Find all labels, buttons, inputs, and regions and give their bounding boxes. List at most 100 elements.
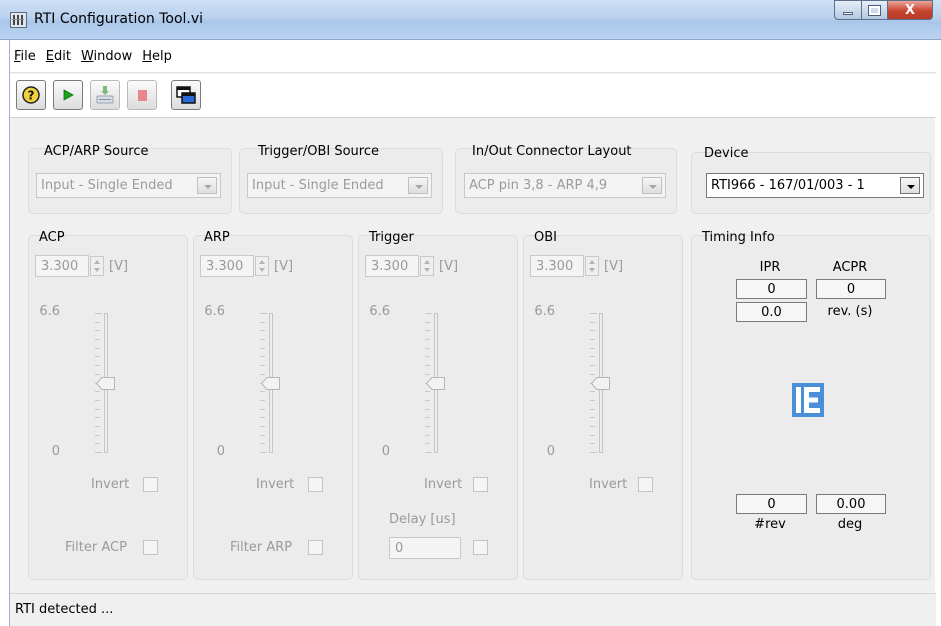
obi-level-input[interactable]: 3.300 bbox=[530, 255, 584, 277]
chevron-down-icon bbox=[900, 177, 920, 194]
obi-invert-checkbox[interactable] bbox=[638, 477, 653, 492]
slider-tick bbox=[425, 322, 430, 323]
trigger-obi-source-select[interactable]: Input - Single Ended bbox=[247, 173, 432, 198]
acp-level-spinner[interactable] bbox=[90, 256, 104, 276]
menu-window[interactable]: Window bbox=[81, 49, 132, 64]
trigger-level-value: 3.300 bbox=[371, 259, 409, 274]
menu-help-accel: H bbox=[142, 48, 153, 64]
connector-layout-value: ACP pin 3,8 - ARP 4,9 bbox=[469, 178, 608, 193]
menu-edit-label: dit bbox=[54, 48, 71, 64]
timing-info-title: Timing Info bbox=[702, 230, 775, 245]
trigger-invert-checkbox[interactable] bbox=[473, 477, 488, 492]
acp-arp-source-select[interactable]: Input - Single Ended bbox=[36, 173, 221, 198]
windows-button[interactable] bbox=[171, 80, 201, 110]
acp-arp-source-title: ACP/ARP Source bbox=[44, 144, 149, 159]
trigger-scale-min: 0 bbox=[381, 444, 390, 459]
slider-tick bbox=[425, 348, 430, 349]
slider-tick bbox=[260, 391, 265, 392]
trigger-panel bbox=[358, 235, 518, 580]
trigger-delay-input[interactable]: 0 bbox=[389, 537, 461, 559]
arp-scale-max: 6.6 bbox=[204, 304, 225, 319]
obi-scale-max: 6.6 bbox=[534, 304, 555, 319]
download-button[interactable] bbox=[90, 80, 120, 110]
title-bar[interactable]: RTI Configuration Tool.vi X bbox=[0, 0, 941, 40]
slider-tick bbox=[260, 330, 265, 331]
connector-layout-select[interactable]: ACP pin 3,8 - ARP 4,9 bbox=[464, 173, 666, 198]
menu-help-label: elp bbox=[152, 48, 172, 64]
run-button[interactable] bbox=[53, 80, 83, 110]
slider-tick bbox=[95, 313, 102, 314]
arp-title: ARP bbox=[204, 230, 230, 245]
slider-tick bbox=[95, 400, 100, 401]
close-icon: X bbox=[904, 2, 916, 18]
menu-help[interactable]: Help bbox=[142, 49, 172, 64]
window-controls: X bbox=[834, 0, 933, 20]
stop-icon bbox=[138, 90, 147, 101]
slider-tick bbox=[95, 365, 100, 366]
slider-tick bbox=[425, 443, 430, 444]
acp-filter-checkbox[interactable] bbox=[143, 540, 158, 555]
slider-tick bbox=[590, 322, 595, 323]
status-text: RTI detected ... bbox=[15, 602, 114, 617]
close-button[interactable]: X bbox=[887, 0, 933, 20]
slider-tick bbox=[260, 374, 265, 375]
slider-tick bbox=[260, 348, 265, 349]
slider-tick bbox=[590, 400, 595, 401]
slider-tick bbox=[95, 322, 100, 323]
slider-tick bbox=[425, 374, 430, 375]
obi-scale-min: 0 bbox=[546, 444, 555, 459]
slider-tick bbox=[95, 417, 100, 418]
trigger-title: Trigger bbox=[369, 230, 414, 245]
menu-edit-accel: E bbox=[45, 48, 54, 64]
trigger-level-input[interactable]: 3.300 bbox=[365, 255, 419, 277]
arp-panel bbox=[193, 235, 353, 580]
arp-level-input[interactable]: 3.300 bbox=[200, 255, 254, 277]
rev-time-value: 0.0 bbox=[736, 302, 807, 322]
menu-file[interactable]: File bbox=[14, 49, 36, 64]
trigger-level-spinner[interactable] bbox=[420, 256, 434, 276]
deg-label: deg bbox=[837, 517, 863, 532]
arp-slider-thumb[interactable] bbox=[260, 377, 281, 390]
ipr-label: IPR bbox=[759, 260, 781, 275]
menu-edit[interactable]: Edit bbox=[46, 49, 71, 64]
slider-tick bbox=[95, 409, 100, 410]
slider-tick bbox=[590, 409, 595, 410]
slider-tick bbox=[260, 443, 265, 444]
minimize-icon bbox=[843, 11, 853, 15]
maximize-button[interactable] bbox=[861, 0, 887, 20]
acp-invert-checkbox[interactable] bbox=[143, 477, 158, 492]
menu-window-accel: W bbox=[80, 48, 94, 64]
arp-unit: [V] bbox=[274, 259, 294, 274]
slider-tick bbox=[590, 330, 595, 331]
slider-tick bbox=[425, 417, 430, 418]
slider-tick bbox=[95, 330, 100, 331]
acp-arp-source-value: Input - Single Ended bbox=[41, 178, 173, 193]
arp-invert-checkbox[interactable] bbox=[308, 477, 323, 492]
arp-level-spinner[interactable] bbox=[255, 256, 269, 276]
obi-slider-thumb[interactable] bbox=[590, 377, 611, 390]
stop-button[interactable] bbox=[127, 80, 157, 110]
slider-tick bbox=[590, 417, 595, 418]
help-button[interactable]: ? bbox=[16, 80, 46, 110]
acp-scale-max: 6.6 bbox=[39, 304, 60, 319]
slider-tick bbox=[260, 313, 267, 314]
arp-filter-checkbox[interactable] bbox=[308, 540, 323, 555]
status-bar: RTI detected ... bbox=[10, 593, 936, 626]
device-select[interactable]: RTI966 - 167/01/003 - 1 bbox=[706, 173, 924, 198]
acp-level-input[interactable]: 3.300 bbox=[35, 255, 89, 277]
toolbar: ? bbox=[10, 74, 936, 118]
slider-tick bbox=[425, 452, 432, 453]
menu-file-label: ile bbox=[20, 48, 36, 64]
obi-level-spinner[interactable] bbox=[585, 256, 599, 276]
help-icon: ? bbox=[22, 86, 40, 104]
acp-slider-thumb[interactable] bbox=[95, 377, 116, 390]
slider-tick bbox=[260, 400, 265, 401]
rev-count-label: #rev bbox=[754, 517, 786, 532]
minimize-button[interactable] bbox=[834, 0, 861, 20]
trigger-obi-source-value: Input - Single Ended bbox=[252, 178, 384, 193]
slider-tick bbox=[425, 409, 430, 410]
trigger-delay-checkbox[interactable] bbox=[473, 540, 488, 555]
trigger-slider-thumb[interactable] bbox=[425, 377, 446, 390]
acp-title: ACP bbox=[39, 230, 65, 245]
connector-layout-title: In/Out Connector Layout bbox=[472, 144, 632, 159]
